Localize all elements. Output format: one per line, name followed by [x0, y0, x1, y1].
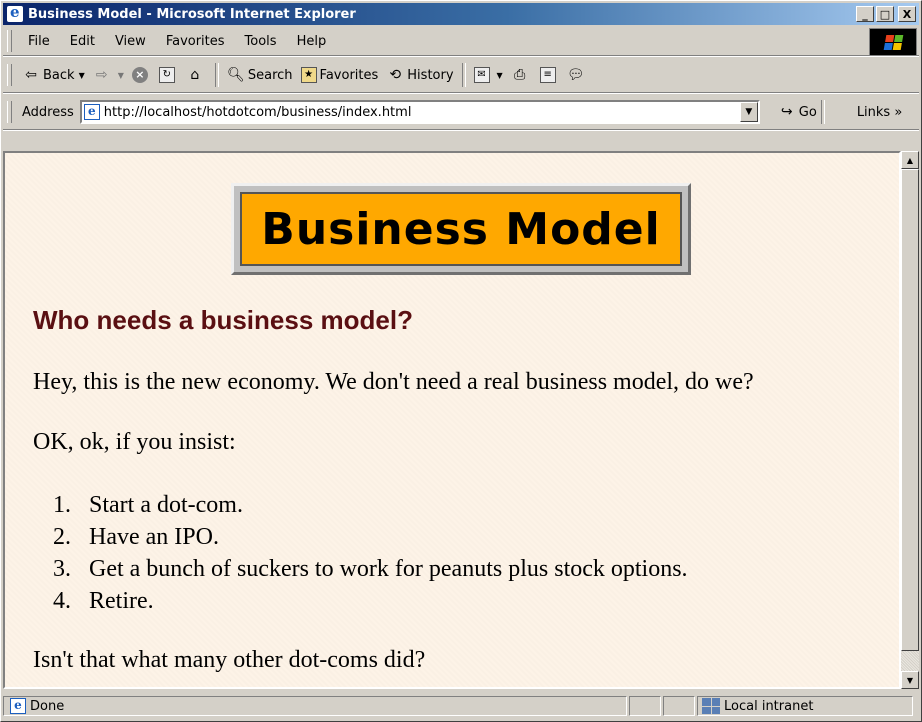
- logo-banner: Business Model: [231, 183, 691, 275]
- edit-button[interactable]: ≡: [536, 62, 563, 88]
- business-model-logo: Business Model: [240, 192, 682, 266]
- list-item: 4. Retire.: [53, 585, 688, 617]
- page-icon: e: [83, 104, 100, 120]
- menu-tools[interactable]: Tools: [235, 34, 287, 49]
- refresh-button[interactable]: ↻: [155, 62, 182, 88]
- discuss-button[interactable]: 💬︎: [563, 62, 592, 88]
- status-pane-empty: [629, 696, 661, 716]
- go-arrow-icon: ↪: [780, 104, 793, 120]
- intro-paragraph: Hey, this is the new economy. We don't n…: [33, 369, 754, 395]
- go-label: Go: [798, 104, 817, 120]
- list-item-text: Get a bunch of suckers to work for peanu…: [89, 556, 688, 582]
- stop-icon: ×: [131, 67, 148, 83]
- toolbar-separator: [820, 100, 825, 124]
- windows-flag-icon: [883, 34, 903, 50]
- links-label: Links »: [856, 104, 903, 120]
- closing-paragraph: Isn't that what many other dot-coms did?: [33, 647, 426, 673]
- menubar-grip[interactable]: [7, 30, 12, 52]
- address-bar: Address e http://localhost/hotdotcom/bus…: [3, 95, 919, 130]
- window-title: Business Model - Microsoft Internet Expl…: [28, 6, 356, 22]
- ie-logo-icon: [7, 3, 23, 22]
- print-button[interactable]: ⎙: [507, 62, 536, 88]
- list-number: 4.: [53, 588, 71, 614]
- toolbar-grip[interactable]: [7, 64, 12, 86]
- list-item: 1. Start a dot-com.: [53, 489, 688, 521]
- favorites-button[interactable]: ★ Favorites: [297, 62, 383, 88]
- browser-window: Business Model - Microsoft Internet Expl…: [0, 0, 922, 722]
- list-item-text: Start a dot-com.: [89, 492, 243, 518]
- vertical-scrollbar[interactable]: ▲ ▼: [901, 151, 919, 689]
- scroll-up-icon[interactable]: ▲: [901, 151, 919, 169]
- history-icon: ⟲: [389, 67, 402, 83]
- windows-logo-throbber: [869, 28, 917, 56]
- toolbar-separator: [461, 63, 466, 87]
- steps-list: 1. Start a dot-com. 2. Have an IPO. 3. Get …: [53, 489, 688, 617]
- zone-pane: Local intranet: [697, 696, 913, 716]
- page-heading: Who needs a business model?: [33, 305, 413, 335]
- home-button[interactable]: ⌂: [182, 62, 211, 88]
- list-item-text: Retire.: [89, 588, 154, 614]
- back-button[interactable]: ⇦ Back ▼: [18, 62, 89, 88]
- status-main-pane: e Done: [3, 696, 627, 716]
- back-dropdown-icon[interactable]: ▼: [79, 71, 85, 80]
- zone-text: Local intranet: [724, 698, 814, 714]
- address-label: Address: [22, 104, 74, 120]
- standard-toolbar: ⇦ Back ▼ ⇨ ▼ × ↻ ⌂ 🔍︎ Search ★ Favorites…: [3, 58, 919, 93]
- back-label: Back: [43, 67, 75, 83]
- local-intranet-icon: [702, 698, 720, 714]
- search-button[interactable]: 🔍︎ Search: [223, 62, 297, 88]
- menu-edit[interactable]: Edit: [60, 34, 105, 49]
- printer-icon: ⎙: [514, 67, 526, 83]
- list-item: 3. Get a bunch of suckers to work for pea…: [53, 553, 688, 585]
- menu-view[interactable]: View: [105, 34, 156, 49]
- list-number: 2.: [53, 524, 71, 550]
- status-text: Done: [30, 698, 65, 714]
- home-icon: ⌂: [190, 67, 200, 83]
- forward-arrow-icon: ⇨: [95, 67, 108, 83]
- mail-dropdown-icon[interactable]: ▼: [497, 71, 503, 80]
- title-bar[interactable]: Business Model - Microsoft Internet Expl…: [3, 3, 919, 25]
- menu-help[interactable]: Help: [287, 34, 337, 49]
- menu-bar: File Edit View Favorites Tools Help: [3, 27, 919, 56]
- list-item-text: Have an IPO.: [89, 524, 219, 550]
- mail-icon: ✉: [473, 67, 490, 83]
- done-page-icon: e: [10, 698, 26, 714]
- history-button[interactable]: ⟲ History: [382, 62, 457, 88]
- stop-button[interactable]: ×: [128, 62, 155, 88]
- back-arrow-icon: ⇦: [25, 67, 37, 83]
- status-pane-empty: [663, 696, 695, 716]
- address-dropdown-icon[interactable]: ▼: [739, 102, 758, 122]
- menu-favorites[interactable]: Favorites: [156, 34, 235, 49]
- address-field[interactable]: e http://localhost/hotdotcom/business/in…: [79, 100, 760, 124]
- status-bar: e Done Local intranet: [3, 693, 919, 719]
- refresh-icon: ↻: [158, 67, 175, 83]
- list-item: 2. Have an IPO.: [53, 521, 688, 553]
- list-number: 1.: [53, 492, 71, 518]
- forward-dropdown-icon[interactable]: ▼: [118, 71, 124, 80]
- close-button[interactable]: X: [898, 6, 916, 22]
- forward-button[interactable]: ⇨ ▼: [89, 62, 128, 88]
- links-button[interactable]: Links »: [857, 105, 902, 120]
- favorites-folder-icon: ★: [300, 67, 317, 83]
- insist-paragraph: OK, ok, if you insist:: [33, 429, 236, 455]
- toolbar-separator: [214, 63, 219, 87]
- address-url[interactable]: http://localhost/hotdotcom/business/inde…: [104, 105, 740, 120]
- page-content: Business Model Who needs a business mode…: [3, 151, 901, 689]
- edit-page-icon: ≡: [539, 67, 556, 83]
- go-button[interactable]: ↪ Go: [778, 103, 817, 121]
- menu-file[interactable]: File: [18, 34, 60, 49]
- addressbar-grip[interactable]: [7, 101, 12, 123]
- search-label: Search: [247, 67, 293, 83]
- search-icon: 🔍︎: [226, 67, 245, 83]
- favorites-label: Favorites: [319, 67, 379, 83]
- minimize-button[interactable]: _: [856, 6, 874, 22]
- history-label: History: [407, 67, 454, 83]
- mail-button[interactable]: ✉ ▼: [470, 62, 507, 88]
- discuss-icon: 💬︎: [566, 67, 585, 83]
- scrollbar-thumb[interactable]: [901, 169, 919, 651]
- maximize-button[interactable]: □: [876, 6, 894, 22]
- list-number: 3.: [53, 556, 71, 582]
- scroll-down-icon[interactable]: ▼: [901, 671, 919, 689]
